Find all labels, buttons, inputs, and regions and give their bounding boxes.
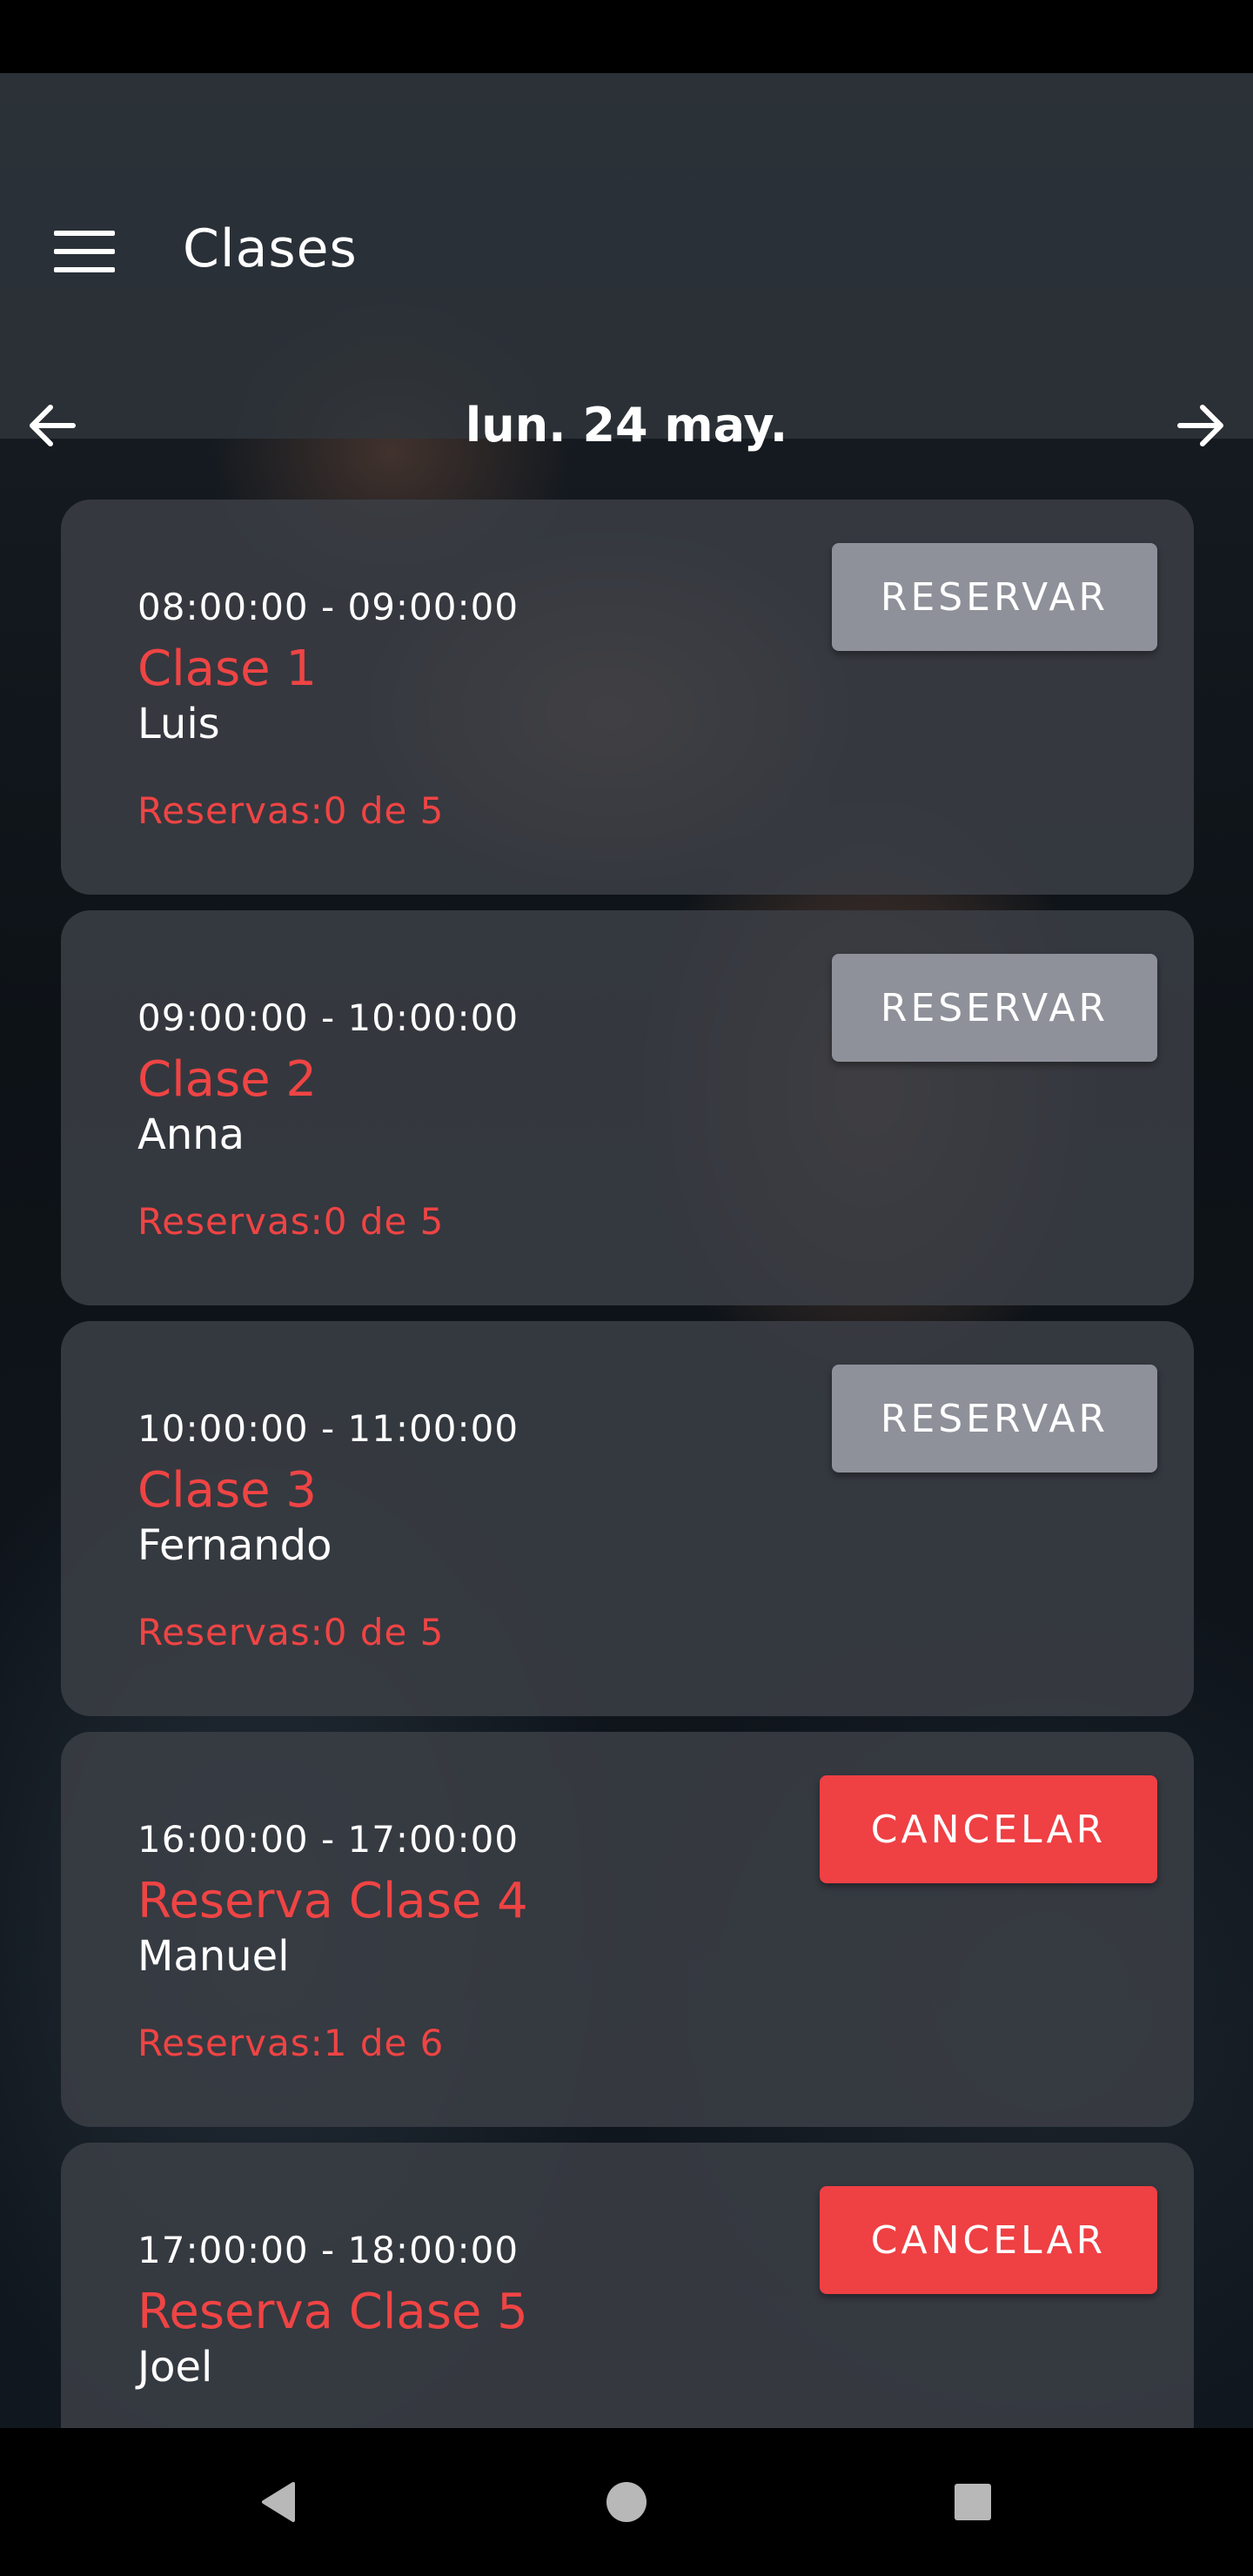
nav-home-button[interactable] [583,2459,670,2546]
current-date: lun. 24 may. [465,398,788,453]
class-teacher: Joel [137,2343,213,2392]
class-teacher: Manuel [137,1932,290,1981]
class-card: 10:00:00 - 11:00:00 Clase 3 Fernando Res… [61,1321,1194,1716]
reserve-button[interactable]: RESERVAR [832,543,1157,651]
class-name: Clase 3 [137,1462,318,1519]
circle-home-icon [606,2482,647,2522]
system-navigation-bar [0,2428,1253,2576]
class-teacher: Fernando [137,1521,332,1570]
class-bookings: Reservas:0 de 5 [137,1200,445,1243]
class-card: 08:00:00 - 09:00:00 Clase 1 Luis Reserva… [61,500,1194,895]
cancel-button[interactable]: CANCELAR [820,2186,1157,2294]
arrow-left-icon [30,405,76,446]
class-bookings: Reservas:0 de 5 [137,789,445,832]
class-bookings: Reservas:1 de 6 [137,2022,445,2064]
class-name: Reserva Clase 4 [137,1873,528,1929]
class-bookings: Reservas:0 de 5 [137,1611,445,1654]
class-time: 17:00:00 - 18:00:00 [137,2229,519,2271]
reserve-button[interactable]: RESERVAR [832,1365,1157,1472]
triangle-back-icon [262,2482,295,2522]
class-name: Reserva Clase 5 [137,2284,528,2340]
class-card: 16:00:00 - 17:00:00 Reserva Clase 4 Manu… [61,1732,1194,2127]
date-navigator: lun. 24 may. [0,378,1253,473]
class-name: Clase 1 [137,641,318,697]
reserve-button[interactable]: RESERVAR [832,954,1157,1062]
class-teacher: Anna [137,1110,245,1159]
class-name: Clase 2 [137,1051,318,1108]
square-recent-icon [955,2484,991,2520]
class-time: 10:00:00 - 11:00:00 [137,1407,519,1450]
nav-back-button[interactable] [235,2459,322,2546]
menu-button[interactable] [42,204,129,299]
cancel-button[interactable]: CANCELAR [820,1775,1157,1883]
class-time: 08:00:00 - 09:00:00 [137,586,519,628]
nav-recent-button[interactable] [929,2459,1016,2546]
class-teacher: Luis [137,700,220,748]
class-card: 09:00:00 - 10:00:00 Clase 2 Anna Reserva… [61,910,1194,1305]
menu-icon [54,231,115,272]
class-list[interactable]: 08:00:00 - 09:00:00 Clase 1 Luis Reserva… [61,500,1194,2428]
next-day-button[interactable] [1157,378,1244,473]
class-card: 17:00:00 - 18:00:00 Reserva Clase 5 Joel… [61,2143,1194,2428]
page-title: Clases [183,218,358,279]
previous-day-button[interactable] [9,378,96,473]
class-time: 16:00:00 - 17:00:00 [137,1818,519,1861]
class-time: 09:00:00 - 10:00:00 [137,996,519,1039]
arrow-right-icon [1177,405,1223,446]
app-bar: Clases lun. 24 may. [0,73,1253,453]
status-bar [0,0,1253,73]
